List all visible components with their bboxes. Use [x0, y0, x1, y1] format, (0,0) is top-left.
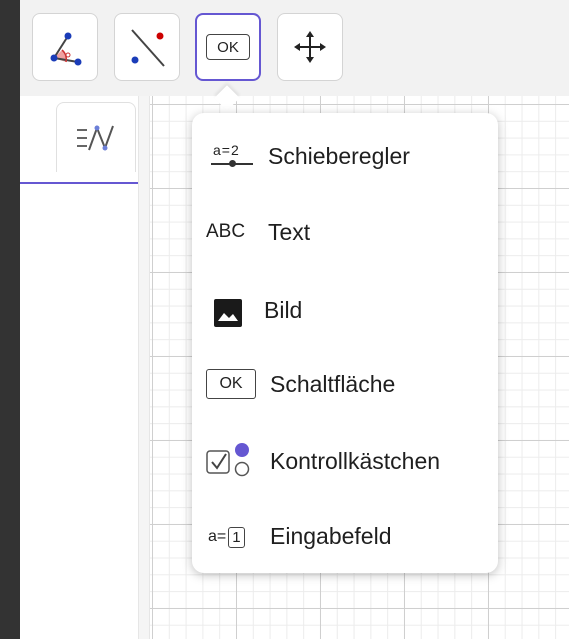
input-box-icon: a= 1 [208, 524, 245, 550]
menu-item-button[interactable]: OK Schaltfläche [192, 352, 498, 416]
button-tool-icon: OK [206, 369, 256, 399]
menu-label-slider: Schieberegler [268, 142, 410, 169]
algebra-tab-underline [20, 182, 138, 184]
menu-label-input-box: Eingabefeld [270, 522, 392, 549]
angle-icon [50, 32, 82, 66]
app-window: OK a=2 Schieberegler ABC Text Bild OK Sc… [20, 0, 569, 639]
menu-label-text: Text [268, 218, 311, 245]
button-icon-text: OK [219, 375, 243, 392]
input-box-icon-field: 1 [228, 526, 245, 548]
algebra-view-icon [77, 124, 114, 151]
slider-icon-text: a=2 [213, 142, 240, 158]
panel-divider[interactable] [138, 96, 150, 639]
toolbar: OK [20, 0, 569, 97]
algebra-view-tab[interactable] [56, 102, 136, 172]
checkbox-icon [206, 443, 250, 477]
angle-tool-button[interactable] [32, 13, 98, 81]
menu-item-image[interactable]: Bild [192, 277, 498, 341]
image-icon [214, 299, 242, 327]
menu-label-button: Schaltfläche [270, 370, 396, 397]
move-graphics-tool-button[interactable] [277, 13, 343, 81]
menu-item-input-box[interactable]: a= 1 Eingabefeld [192, 504, 498, 568]
slider-icon: a=2 [206, 136, 258, 176]
menu-item-checkbox[interactable]: Kontrollkästchen [192, 429, 498, 493]
text-icon: ABC [206, 221, 246, 242]
menu-item-text[interactable]: ABC Text [192, 200, 498, 264]
segment-tool-button[interactable] [114, 13, 180, 81]
line-icon [131, 29, 165, 67]
ok-button-icon: OK [206, 34, 250, 60]
menu-label-checkbox: Kontrollkästchen [270, 447, 441, 474]
button-tool-button[interactable]: OK [195, 13, 261, 81]
input-box-icon-text: a= [208, 528, 227, 545]
move-arrows-icon [294, 31, 326, 63]
menu-label-image: Bild [264, 297, 303, 323]
ok-icon-text: OK [217, 38, 239, 56]
tool-submenu: a=2 Schieberegler ABC Text Bild OK Schal… [192, 113, 498, 573]
algebra-panel [20, 96, 138, 639]
menu-item-slider[interactable]: a=2 Schieberegler [192, 124, 498, 188]
